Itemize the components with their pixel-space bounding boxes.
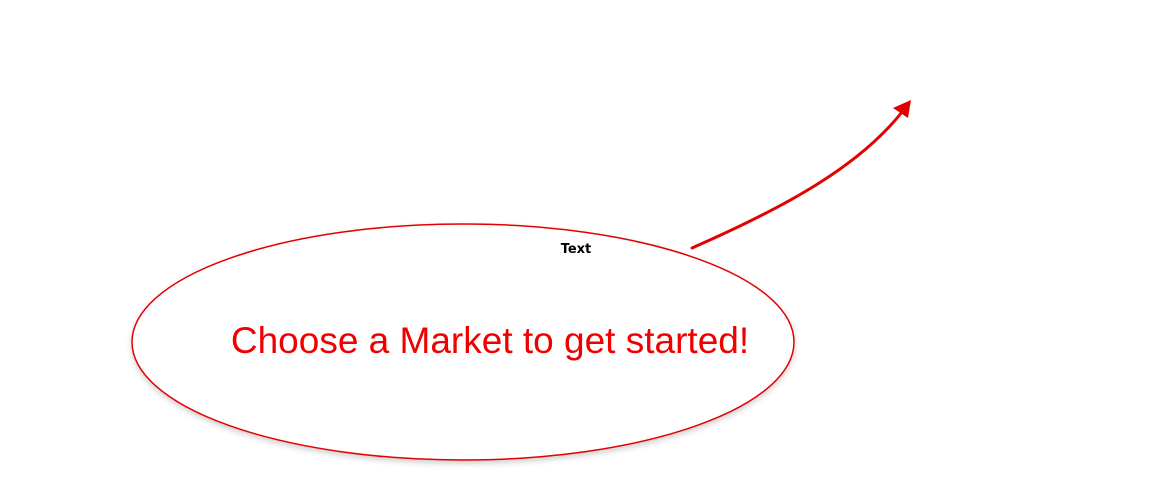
arrow-up-right-icon <box>690 100 911 250</box>
text-label: Text <box>560 242 592 257</box>
get-started-message: Choose a Market to get started! <box>230 320 750 361</box>
onboarding-canvas: Text Choose a Market to get started! <box>0 0 1154 499</box>
